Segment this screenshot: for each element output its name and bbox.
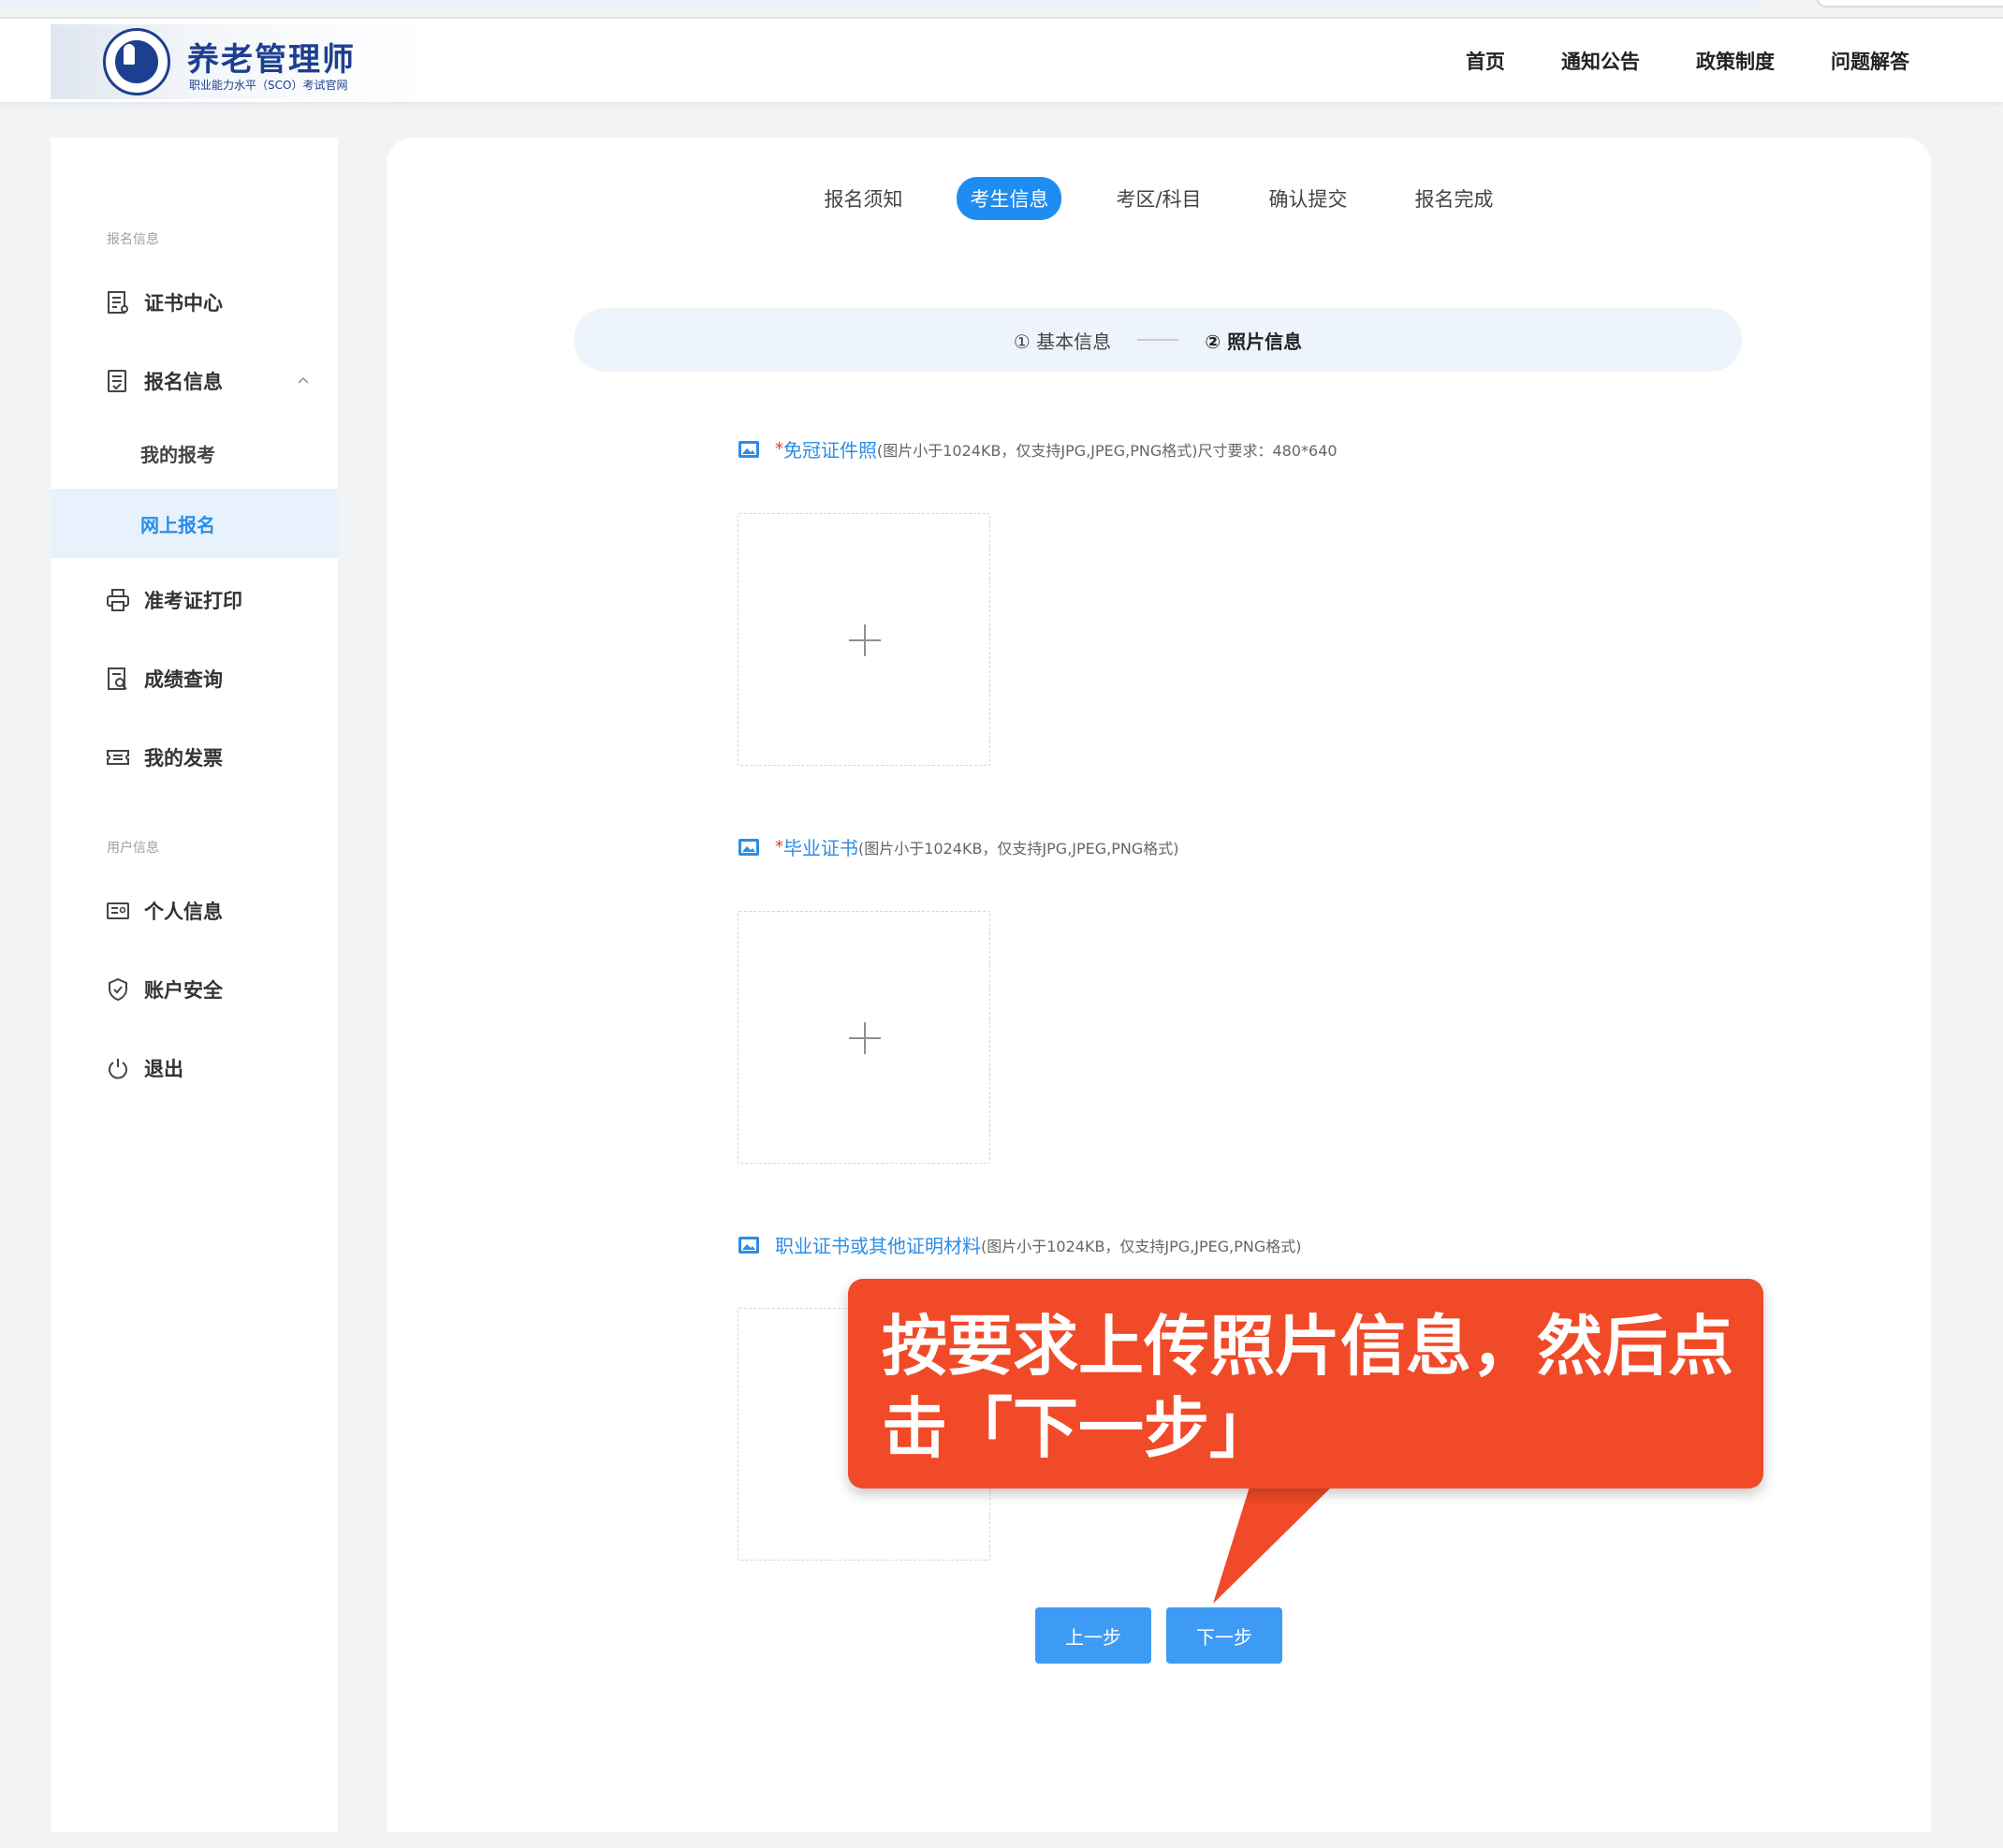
instruction-callout: 按要求上传照片信息，然后点击「下一步」 xyxy=(848,1279,1763,1489)
sidebar-item-label: 账户安全 xyxy=(144,979,223,1002)
sidebar-item-label: 成绩查询 xyxy=(144,668,223,691)
tab-complete[interactable]: 报名完成 xyxy=(1402,177,1507,220)
upload-hint: (图片小于1024KB，仅支持JPG,JPEG,PNG格式)尺寸要求：480*6… xyxy=(877,441,1338,460)
id-card-icon xyxy=(105,898,131,924)
tab-confirm[interactable]: 确认提交 xyxy=(1256,177,1361,220)
image-icon xyxy=(738,838,759,856)
site-logo[interactable]: 养老管理师 职业能力水平（SCO）考试官网 xyxy=(51,24,425,99)
sidebar-item-my-exams[interactable]: 我的报考 xyxy=(51,418,338,488)
prev-step-button[interactable]: 上一步 xyxy=(1035,1607,1151,1664)
sidebar-item-label: 证书中心 xyxy=(144,292,223,315)
step-divider xyxy=(1137,339,1179,341)
tab-candidate-info[interactable]: 考生信息 xyxy=(957,177,1062,220)
sidebar-item-logout[interactable]: 退出 xyxy=(51,1038,338,1098)
sidebar-item-label: 我的发票 xyxy=(144,747,223,770)
top-nav: 首页 通知公告 政策制度 问题解答 xyxy=(1410,47,1909,75)
logo-title: 养老管理师 xyxy=(187,41,356,79)
form-icon xyxy=(105,368,131,394)
logo-emblem-icon xyxy=(103,28,170,95)
required-mark: * xyxy=(775,439,783,459)
nav-policies[interactable]: 政策制度 xyxy=(1696,47,1775,75)
sidebar-item-score-query[interactable]: 成绩查询 xyxy=(51,649,338,709)
sidebar-item-label: 报名信息 xyxy=(144,371,223,393)
nav-faq[interactable]: 问题解答 xyxy=(1831,47,1909,75)
upload-box-diploma[interactable] xyxy=(738,911,990,1164)
sidebar: 报名信息 证书中心 报名信息 我的报考 网上报名 准考证打印 成绩查询 我的发票… xyxy=(51,138,338,1832)
callout-pointer xyxy=(1213,1484,1335,1604)
sub-steps: ① 基本信息 ② 照片信息 xyxy=(574,308,1742,372)
required-mark: * xyxy=(775,837,783,857)
upload-name: 免冠证件照 xyxy=(783,439,877,462)
site-header: 养老管理师 职业能力水平（SCO）考试官网 首页 通知公告 政策制度 问题解答 xyxy=(0,19,2003,103)
top-bar xyxy=(0,0,1760,7)
upload-label-other-certs: 职业证书或其他证明材料 (图片小于1024KB，仅支持JPG,JPEG,PNG格… xyxy=(738,1231,1302,1258)
chevron-up-icon[interactable] xyxy=(297,374,310,387)
sidebar-item-online-registration[interactable]: 网上报名 xyxy=(51,489,338,558)
shield-icon xyxy=(105,976,131,1003)
sidebar-section-registration: 报名信息 xyxy=(107,232,159,247)
nav-notices[interactable]: 通知公告 xyxy=(1561,47,1640,75)
callout-text: 按要求上传照片信息，然后点击「下一步」 xyxy=(882,1308,1733,1467)
next-step-button[interactable]: 下一步 xyxy=(1166,1607,1282,1664)
certificate-icon xyxy=(105,289,131,315)
sidebar-item-label: 退出 xyxy=(144,1058,183,1080)
upload-name: 职业证书或其他证明材料 xyxy=(775,1235,981,1257)
top-pill xyxy=(1816,0,2003,7)
upload-label-photo: * 免冠证件照 (图片小于1024KB，仅支持JPG,JPEG,PNG格式)尺寸… xyxy=(738,435,1338,462)
upload-box-photo[interactable] xyxy=(738,513,990,766)
image-icon xyxy=(738,440,759,458)
upload-hint: (图片小于1024KB，仅支持JPG,JPEG,PNG格式) xyxy=(858,839,1179,858)
logo-subtitle: 职业能力水平（SCO）考试官网 xyxy=(189,79,348,92)
sidebar-item-label: 个人信息 xyxy=(144,901,223,923)
ticket-icon xyxy=(105,744,131,770)
sidebar-item-account-security[interactable]: 账户安全 xyxy=(51,960,338,1019)
step-photo-info[interactable]: ② 照片信息 xyxy=(1205,327,1302,354)
sidebar-item-registration-info[interactable]: 报名信息 xyxy=(51,351,338,411)
nav-home[interactable]: 首页 xyxy=(1466,47,1505,75)
main-content: 报名须知 考生信息 考区/科目 确认提交 报名完成 ① 基本信息 ② 照片信息 … xyxy=(387,138,1931,1832)
step-basic-info[interactable]: ① 基本信息 xyxy=(1014,327,1111,354)
sidebar-item-my-invoice[interactable]: 我的发票 xyxy=(51,727,338,787)
sidebar-item-cert-center[interactable]: 证书中心 xyxy=(51,272,338,332)
upload-hint: (图片小于1024KB，仅支持JPG,JPEG,PNG格式) xyxy=(981,1237,1302,1255)
tab-area-subject[interactable]: 考区/科目 xyxy=(1103,177,1214,220)
power-icon xyxy=(105,1055,131,1081)
upload-label-diploma: * 毕业证书 (图片小于1024KB，仅支持JPG,JPEG,PNG格式) xyxy=(738,833,1179,860)
printer-icon xyxy=(105,587,131,613)
upload-name: 毕业证书 xyxy=(783,837,858,859)
tab-notice[interactable]: 报名须知 xyxy=(811,177,915,220)
sidebar-section-user: 用户信息 xyxy=(107,841,159,856)
browser-top-strip xyxy=(0,0,2003,19)
sidebar-item-admission-print[interactable]: 准考证打印 xyxy=(51,570,338,630)
sidebar-item-personal-info[interactable]: 个人信息 xyxy=(51,881,338,941)
image-icon xyxy=(738,1236,759,1254)
sidebar-item-label: 准考证打印 xyxy=(144,590,242,612)
registration-tabs: 报名须知 考生信息 考区/科目 确认提交 报名完成 xyxy=(387,177,1931,220)
document-search-icon xyxy=(105,666,131,692)
